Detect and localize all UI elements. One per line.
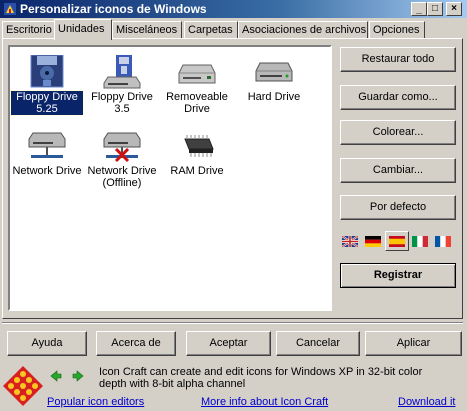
button-label: Colorear... bbox=[372, 126, 424, 138]
german-flag-icon[interactable] bbox=[365, 236, 381, 247]
drive-item-network-offline[interactable]: Network Drive (Offline) bbox=[86, 129, 158, 189]
more-info-icon-craft-link[interactable]: More info about Icon Craft bbox=[201, 396, 328, 408]
app-icon bbox=[4, 3, 16, 15]
drive-item-floppy-525[interactable]: Floppy Drive 5.25 bbox=[10, 54, 84, 116]
italian-flag-icon[interactable] bbox=[412, 236, 428, 247]
tab-label: Asociaciones de archivos bbox=[242, 24, 367, 36]
tab-unidades[interactable]: Unidades bbox=[54, 19, 112, 40]
change-button[interactable]: Cambiar... bbox=[340, 158, 456, 183]
floppy-525-icon bbox=[27, 54, 67, 89]
popular-icon-editors-link[interactable]: Popular icon editors bbox=[47, 396, 144, 408]
drive-label: Removeable Drive bbox=[166, 91, 228, 115]
drive-label: Network Drive bbox=[12, 165, 82, 177]
apply-button[interactable]: Aplicar bbox=[365, 331, 462, 356]
drive-label: Floppy Drive 3.5 bbox=[91, 91, 153, 115]
accept-button[interactable]: Aceptar bbox=[186, 331, 271, 356]
tab-asociaciones[interactable]: Asociaciones de archivos bbox=[238, 21, 368, 38]
removable-drive-icon bbox=[177, 55, 217, 89]
save-as-button[interactable]: Guardar como... bbox=[340, 85, 456, 110]
close-icon: × bbox=[451, 3, 457, 14]
hard-drive-icon bbox=[254, 55, 294, 89]
ram-drive-icon bbox=[177, 129, 217, 163]
french-flag-icon[interactable] bbox=[435, 236, 451, 247]
promo-text: Icon Craft can create and edit icons for… bbox=[99, 366, 423, 390]
button-label: Cambiar... bbox=[372, 164, 424, 176]
close-button[interactable]: × bbox=[446, 2, 462, 16]
english-flag-icon[interactable] bbox=[342, 236, 358, 247]
icon-craft-logo bbox=[3, 366, 43, 406]
drive-icon-list[interactable]: Floppy Drive 5.25 Floppy Drive 3.5 Remov… bbox=[8, 45, 332, 311]
drive-label: Network Drive (Offline) bbox=[87, 165, 157, 189]
minimize-icon: _ bbox=[416, 4, 422, 15]
tab-label: Unidades bbox=[58, 23, 105, 35]
drive-item-ram[interactable]: RAM Drive bbox=[161, 129, 233, 177]
minimize-button[interactable]: _ bbox=[411, 2, 427, 16]
download-link[interactable]: Download it bbox=[398, 396, 455, 408]
title-bar: Personalizar iconos de Windows _ □ × bbox=[0, 0, 467, 18]
button-label: Cancelar bbox=[295, 337, 341, 349]
drive-label: Hard Drive bbox=[247, 91, 301, 103]
tab-carpetas[interactable]: Carpetas bbox=[184, 21, 238, 38]
tab-miscelaneos[interactable]: Misceláneos bbox=[112, 21, 182, 38]
button-label: Restaurar todo bbox=[361, 53, 435, 65]
arrow-right-icon[interactable] bbox=[72, 370, 84, 382]
drive-item-hard-drive[interactable]: Hard Drive bbox=[238, 55, 310, 103]
tab-escritorio[interactable]: Escritorio bbox=[2, 21, 56, 38]
tab-opciones[interactable]: Opciones bbox=[369, 21, 425, 38]
button-label: Por defecto bbox=[369, 201, 427, 213]
tab-label: Escritorio bbox=[6, 24, 52, 36]
button-label: Aceptar bbox=[209, 337, 248, 349]
tab-label: Carpetas bbox=[188, 24, 233, 36]
button-label: Guardar como... bbox=[358, 91, 438, 103]
colorize-button[interactable]: Colorear... bbox=[340, 120, 456, 145]
maximize-icon: □ bbox=[431, 3, 439, 14]
tab-label: Opciones bbox=[373, 24, 420, 36]
button-label: Acerca de bbox=[111, 337, 161, 349]
tab-label: Misceláneos bbox=[116, 24, 178, 36]
maximize-button[interactable]: □ bbox=[427, 2, 443, 16]
drive-item-floppy-35[interactable]: Floppy Drive 3.5 bbox=[86, 55, 158, 115]
button-label: Ayuda bbox=[31, 337, 63, 349]
drive-label: Floppy Drive 5.25 bbox=[10, 90, 84, 116]
network-drive-icon bbox=[27, 129, 67, 163]
arrow-left-icon[interactable] bbox=[50, 370, 62, 382]
button-label: Registrar bbox=[373, 269, 423, 281]
window-title: Personalizar iconos de Windows bbox=[20, 2, 207, 16]
spanish-flag-icon[interactable] bbox=[389, 236, 405, 247]
button-label: Aplicar bbox=[396, 337, 431, 349]
about-button[interactable]: Acerca de bbox=[96, 331, 176, 356]
drive-item-removable[interactable]: Removeable Drive bbox=[161, 55, 233, 115]
register-button[interactable]: Registrar bbox=[340, 263, 456, 288]
restore-all-button[interactable]: Restaurar todo bbox=[340, 47, 456, 72]
drive-label: RAM Drive bbox=[170, 165, 224, 177]
network-drive-offline-icon bbox=[102, 129, 142, 163]
help-button[interactable]: Ayuda bbox=[7, 331, 87, 356]
drive-item-network[interactable]: Network Drive bbox=[11, 129, 83, 177]
cancel-button[interactable]: Cancelar bbox=[276, 331, 360, 356]
floppy-35-icon bbox=[102, 55, 142, 89]
separator bbox=[2, 322, 463, 324]
default-button[interactable]: Por defecto bbox=[340, 195, 456, 220]
